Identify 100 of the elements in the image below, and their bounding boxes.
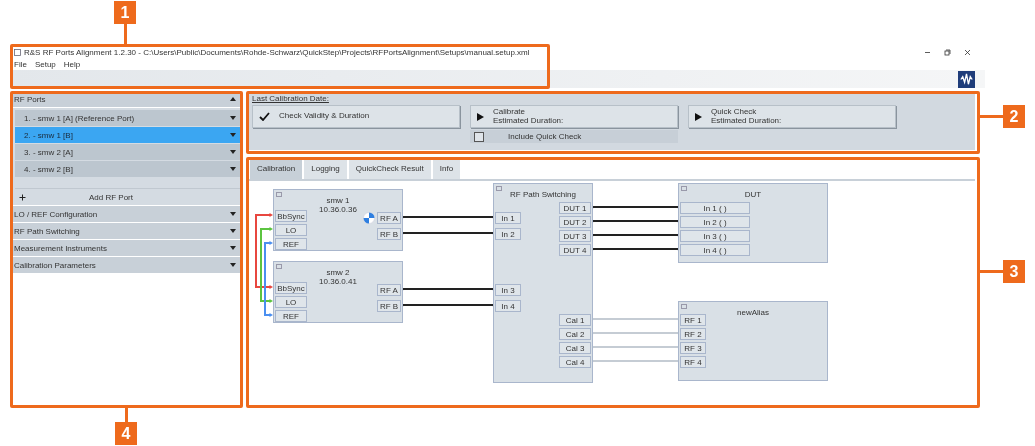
- checkbox-row[interactable]: Include Quick Check: [470, 130, 678, 143]
- node-title: RF Path Switching: [510, 190, 576, 199]
- section-title: Measurement Instruments: [14, 243, 107, 253]
- section-header[interactable]: LO / REF Configuration: [12, 206, 240, 222]
- section-header[interactable]: Calibration Parameters: [12, 257, 240, 273]
- diagram-node[interactable]: RF Path Switching In 1 In 2 In 3 In 4 DUT 1 DUT 2 DUT 3 DUT 4 Cal 1 Cal 2 Cal 3 Cal 4: [493, 183, 593, 383]
- port-label[interactable]: RF 4: [680, 356, 706, 368]
- section-title: LO / REF Configuration: [14, 209, 98, 219]
- callout-badge: 1: [114, 1, 136, 24]
- port-label[interactable]: RF 1: [680, 314, 706, 326]
- leader-line: [980, 270, 1003, 273]
- leader-line: [124, 22, 127, 44]
- port-label[interactable]: LO: [275, 224, 307, 236]
- action-button[interactable]: Quick Check Estimated Duration:: [688, 105, 896, 128]
- diagram-node[interactable]: smw 2 10.36.0.41 BbSync LO REF RF A RF B: [273, 261, 403, 323]
- port-label[interactable]: BbSync: [275, 282, 307, 294]
- item-label: 4. - smw 2 [B]: [24, 164, 73, 174]
- port-label[interactable]: In 2: [495, 228, 521, 240]
- port-label[interactable]: In 1 ( ): [680, 202, 750, 214]
- port-label[interactable]: Cal 3: [559, 342, 591, 354]
- menu-item[interactable]: Help: [63, 60, 81, 69]
- port-label[interactable]: RF B: [377, 228, 401, 240]
- checkbox-label: Include Quick Check: [508, 132, 582, 141]
- node-address: 10.36.0.41: [319, 277, 357, 286]
- list-item[interactable]: 1. - smw 1 [A] (Reference Port): [15, 110, 240, 126]
- check-icon: [259, 112, 270, 121]
- caret-icon: [230, 97, 236, 101]
- port-label[interactable]: Cal 1: [559, 314, 591, 326]
- callout-badge: 3: [1003, 260, 1025, 283]
- port-label[interactable]: REF: [275, 310, 307, 322]
- item-label: 2. - smw 1 [B]: [24, 130, 73, 140]
- caret-icon: [230, 167, 236, 171]
- last-calibration-label: Last Calibration Date:: [252, 94, 330, 103]
- node-title: newAlias: [737, 308, 769, 317]
- diagram-node[interactable]: smw 1 10.36.0.36 BbSync LO REF RF A RF B: [273, 189, 403, 251]
- item-label: 1. - smw 1 [A] (Reference Port): [24, 113, 135, 123]
- diagram-node[interactable]: newAlias RF 1 RF 2 RF 3 RF 4: [678, 301, 828, 381]
- action-button[interactable]: Calibrate Estimated Duration:: [470, 105, 678, 128]
- port-label[interactable]: RF A: [377, 284, 401, 296]
- port-label[interactable]: LO: [275, 296, 307, 308]
- port-label[interactable]: Cal 4: [559, 356, 591, 368]
- window-title: R&S RF Ports Alignment 1.2.30 - C:\Users\Public\Documents\Rohde-Schwarz\QuickStep\Projects\RFPortsAlignment\Setups\manual.setup.xml: [24, 47, 530, 57]
- port-label[interactable]: In 1: [495, 212, 521, 224]
- section-title: RF Path Switching: [14, 226, 80, 236]
- collapse-icon[interactable]: [276, 192, 282, 197]
- checkbox[interactable]: [474, 131, 484, 142]
- action-button[interactable]: Check Validity & Duration: [252, 105, 460, 128]
- port-label[interactable]: BbSync: [275, 210, 307, 222]
- port-label[interactable]: Cal 2: [559, 328, 591, 340]
- port-label[interactable]: In 2 ( ): [680, 216, 750, 228]
- collapse-icon[interactable]: [276, 264, 282, 269]
- port-label[interactable]: In 4: [495, 300, 521, 312]
- list-item[interactable]: 4. - smw 2 [B]: [15, 161, 240, 177]
- port-label[interactable]: REF: [275, 238, 307, 250]
- port-label[interactable]: RF 2: [680, 328, 706, 340]
- port-label[interactable]: In 3: [495, 284, 521, 296]
- port-label[interactable]: RF B: [377, 300, 401, 312]
- collapse-icon[interactable]: [681, 304, 687, 309]
- section-header[interactable]: RF Path Switching: [12, 223, 240, 239]
- close-icon[interactable]: [964, 48, 971, 56]
- play-icon: [477, 112, 484, 121]
- caret-icon: [230, 246, 236, 250]
- caret-icon: [230, 116, 236, 120]
- caret-icon: [230, 133, 236, 137]
- section-title: Calibration Parameters: [14, 260, 96, 270]
- caret-icon: [230, 263, 236, 267]
- diagram-node[interactable]: DUT In 1 ( ) In 2 ( ) In 3 ( ) In 4 ( ): [678, 183, 828, 263]
- app-icon: [14, 48, 21, 56]
- caret-icon: [230, 150, 236, 154]
- item-label: 3. - smw 2 [A]: [24, 147, 73, 157]
- restore-icon[interactable]: [944, 48, 951, 56]
- node-title: smw 1: [326, 196, 350, 205]
- menu-item[interactable]: Setup: [34, 60, 56, 69]
- collapse-icon[interactable]: [681, 186, 687, 191]
- section-header[interactable]: Measurement Instruments: [12, 240, 240, 256]
- port-label[interactable]: In 3 ( ): [680, 230, 750, 242]
- caret-icon: [230, 212, 236, 216]
- busy-icon: [363, 212, 375, 224]
- node-address: 10.36.0.36: [319, 205, 357, 214]
- port-label[interactable]: DUT 1: [559, 202, 591, 214]
- leader-line: [980, 115, 1003, 118]
- callout-badge: 4: [115, 422, 137, 445]
- port-label[interactable]: In 4 ( ): [680, 244, 750, 256]
- list-item[interactable]: 2. - smw 1 [B]: [15, 127, 240, 143]
- port-label[interactable]: DUT 2: [559, 216, 591, 228]
- section-title: RF Ports: [14, 94, 46, 104]
- port-label[interactable]: RF 3: [680, 342, 706, 354]
- menu-item[interactable]: File: [14, 60, 27, 69]
- node-title: smw 2: [326, 268, 350, 277]
- logo-icon: [958, 70, 975, 88]
- port-label[interactable]: RF A: [377, 212, 401, 224]
- port-label[interactable]: DUT 4: [559, 244, 591, 256]
- caret-icon: [230, 229, 236, 233]
- collapse-icon[interactable]: [496, 186, 502, 191]
- node-title: DUT: [744, 190, 762, 199]
- play-icon: [695, 112, 702, 121]
- list-item[interactable]: 3. - smw 2 [A]: [15, 144, 240, 160]
- plus-icon: [19, 193, 26, 201]
- callout-badge: 2: [1003, 105, 1025, 128]
- port-label[interactable]: DUT 3: [559, 230, 591, 242]
